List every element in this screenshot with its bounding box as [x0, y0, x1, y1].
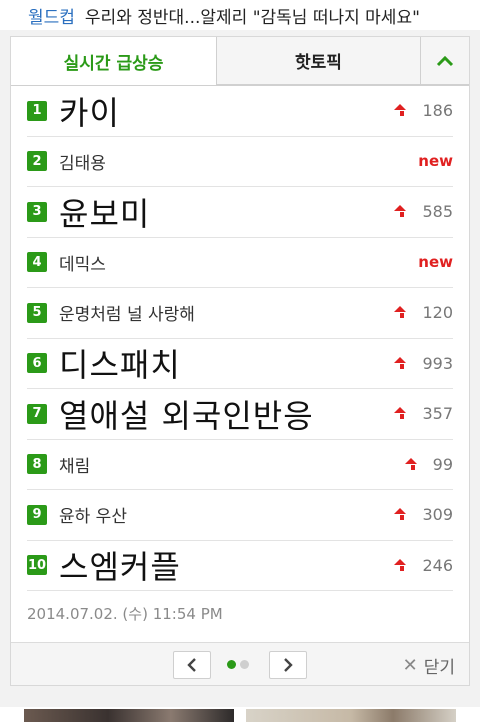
rank-badge: 5: [27, 302, 47, 323]
rank-change: 120: [394, 303, 453, 322]
rank-change-value: 357: [422, 404, 453, 424]
headline-bar[interactable]: 월드컵 우리와 정반대...알제리 "감독님 떠나지 마세요": [0, 0, 480, 30]
rank-change: 993: [394, 354, 453, 373]
ranking-row[interactable]: 6 디스패치 993: [27, 339, 453, 389]
rank-change: 357: [394, 404, 453, 423]
page-dot-active: [227, 660, 236, 669]
collapse-button[interactable]: [420, 37, 469, 85]
rank-change-value: 246: [422, 555, 453, 575]
ranking-keyword[interactable]: 김태용: [59, 149, 418, 174]
ranking-row[interactable]: 10 스엠커플 246: [27, 541, 453, 591]
thumbnail-image[interactable]: [246, 709, 456, 722]
rank-badge: 2: [27, 151, 47, 172]
tab-hot-topic[interactable]: 핫토픽: [216, 37, 420, 85]
rank-change: 186: [394, 101, 453, 120]
ranking-keyword[interactable]: 채림: [59, 452, 405, 477]
rank-badge: 7: [27, 403, 47, 424]
rank-change-value: 186: [422, 101, 453, 121]
arrow-up-icon: [394, 104, 410, 117]
arrow-up-icon: [394, 356, 410, 369]
rank-badge: 1: [27, 100, 47, 121]
rank-change: 246: [394, 556, 453, 575]
arrow-up-icon: [394, 306, 410, 319]
timestamp: 2014.07.02. (수) 11:54 PM: [27, 605, 223, 623]
rank-badge: 9: [27, 504, 47, 525]
prev-button[interactable]: [173, 651, 211, 679]
rank-change-value: 99: [432, 454, 453, 474]
headline-category[interactable]: 월드컵: [28, 3, 75, 28]
ranking-keyword[interactable]: 운명처럼 널 사랑해: [59, 300, 394, 325]
ranking-row[interactable]: 3 윤보미 585: [27, 187, 453, 238]
ranking-row[interactable]: 1 카이 186: [27, 86, 453, 137]
rank-badge: 3: [27, 201, 47, 222]
rank-change: new: [418, 152, 453, 170]
ranking-row[interactable]: 5 운명처럼 널 사랑해 120: [27, 288, 453, 339]
new-badge: new: [418, 253, 453, 272]
ranking-keyword[interactable]: 카이: [59, 88, 394, 134]
ranking-list: 1 카이 186 2 김태용 new 3 윤보미 585 4 데믹스 new 5 운명처럼 널 사랑해 12…: [27, 86, 453, 591]
arrow-up-icon: [394, 558, 410, 571]
page-dot: [240, 660, 249, 669]
rank-change: 585: [394, 202, 453, 221]
ranking-keyword[interactable]: 윤보미: [59, 189, 394, 235]
ranking-row[interactable]: 4 데믹스 new: [27, 238, 453, 288]
ranking-row[interactable]: 8 채림 99: [27, 440, 453, 490]
tab-realtime-rising[interactable]: 실시간 급상승: [11, 37, 216, 85]
rank-change-value: 993: [422, 353, 453, 373]
rank-change-value: 309: [422, 505, 453, 525]
page-indicator: [227, 660, 253, 669]
rank-badge: 6: [27, 353, 47, 374]
rank-change-value: 120: [422, 303, 453, 323]
ranking-row[interactable]: 7 열애설 외국인반응 357: [27, 389, 453, 440]
rank-badge: 8: [27, 454, 47, 475]
headline-title[interactable]: 우리와 정반대...알제리 "감독님 떠나지 마세요": [85, 3, 420, 28]
chevron-left-icon: [187, 658, 196, 672]
rank-change: new: [418, 253, 453, 271]
arrow-up-icon: [394, 508, 410, 521]
thumbnail-image[interactable]: [24, 709, 234, 722]
ranking-keyword[interactable]: 스엠커플: [59, 542, 394, 588]
rank-change: 309: [394, 505, 453, 524]
chevron-up-icon: [436, 55, 454, 66]
ranking-keyword[interactable]: 윤하 우산: [59, 502, 394, 527]
new-badge: new: [418, 152, 453, 171]
ranking-keyword[interactable]: 열애설 외국인반응: [59, 391, 394, 437]
ranking-keyword[interactable]: 디스패치: [59, 340, 394, 386]
pager-footer: ✕ 닫기: [11, 642, 469, 685]
close-icon: ✕: [402, 655, 418, 676]
next-button[interactable]: [269, 651, 307, 679]
close-button[interactable]: ✕ 닫기: [403, 653, 455, 678]
ranking-keyword[interactable]: 데믹스: [59, 250, 418, 275]
tab-bar: 실시간 급상승 핫토픽: [11, 37, 469, 86]
close-label: 닫기: [423, 658, 455, 678]
rank-change: 99: [404, 454, 453, 474]
chevron-right-icon: [284, 658, 293, 672]
ranking-row[interactable]: 9 윤하 우산 309: [27, 490, 453, 541]
rank-badge: 10: [27, 555, 47, 576]
rank-badge: 4: [27, 252, 47, 273]
arrow-up-icon: [394, 205, 410, 218]
trending-panel: 실시간 급상승 핫토픽 1 카이 186 2 김태용 new 3 윤보미 585 4 데믹스 new 5…: [10, 36, 470, 686]
thumbnail-strip: [0, 707, 480, 722]
arrow-up-icon: [394, 407, 410, 420]
rank-change-value: 585: [422, 202, 453, 222]
ranking-row[interactable]: 2 김태용 new: [27, 137, 453, 187]
arrow-up-icon: [404, 457, 421, 470]
